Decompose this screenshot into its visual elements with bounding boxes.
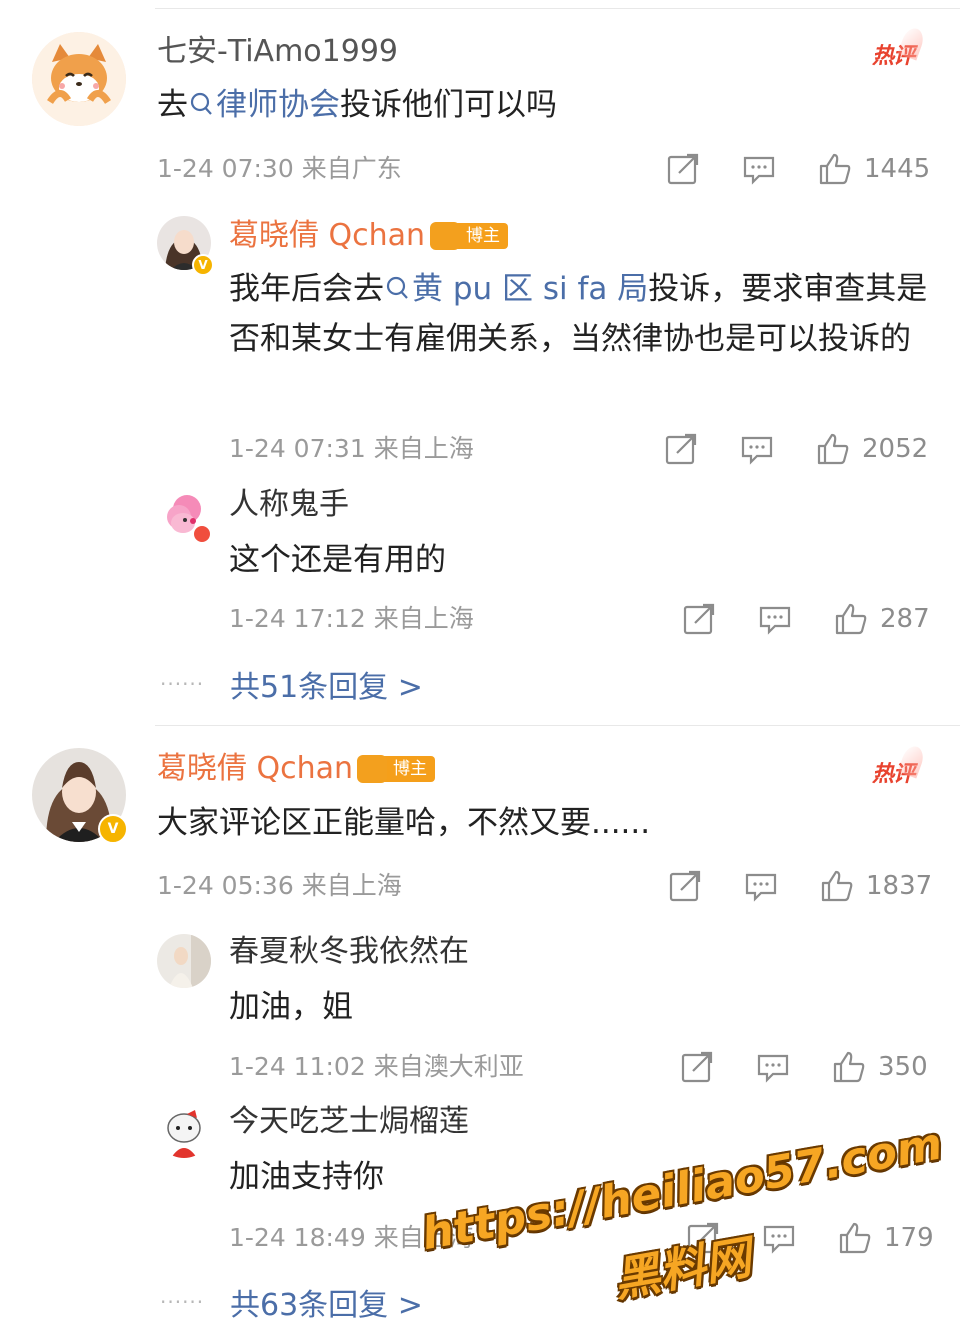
share-icon[interactable] [666,152,700,186]
watermark-name: 黑料网 [609,1229,755,1308]
like-count: 1837 [866,871,933,901]
avatar[interactable] [32,32,126,126]
avatar[interactable] [157,1104,211,1158]
comment-meta: 1-24 07:30 来自广东 [157,154,402,183]
hot-comment-badge: 热评 [872,743,927,788]
hot-comment-badge: 热评 [872,25,927,70]
search-icon [190,92,212,115]
more-replies-link[interactable]: ······ 共63条回复 > [160,1280,423,1324]
share-icon[interactable] [680,1050,714,1084]
crown-medal-icon [357,755,387,783]
comment-text: 去律师协会投诉他们可以吗 [157,87,557,123]
crown-medal-icon [430,222,460,250]
reply-actions: 350 [680,1047,928,1087]
reply-username[interactable]: 葛晓倩 Qchan [229,216,425,256]
reply-text: 这个还是有用的 [229,542,446,578]
reply-meta: 1-24 17:12 来自上海 [229,604,474,633]
reply-username[interactable]: 人称鬼手 [229,485,349,525]
reply-text: 加油，姐 [229,989,353,1025]
comment-text: 大家评论区正能量哈，不然又要...... [157,805,651,841]
like-icon[interactable] [816,432,850,466]
like-count: 350 [878,1052,928,1082]
verified-badge: V [98,814,128,844]
comment-icon[interactable] [762,1221,796,1255]
like-icon[interactable] [838,1221,872,1255]
dots-separator: ······ [160,1290,205,1314]
more-replies-link[interactable]: ······ 共51条回复 > [160,662,423,706]
avatar[interactable] [157,934,211,988]
like-icon[interactable] [834,602,868,636]
comment-username[interactable]: 葛晓倩 Qchan [157,749,353,789]
reply-username[interactable]: 春夏秋冬我依然在 [229,932,469,972]
reply-text: 我年后会去黄 pu 区 si fa 局投诉，要求审查其是否和某女士有雇佣关系，当… [229,271,928,357]
member-badge [192,524,212,544]
comment-meta: 1-24 05:36 来自上海 [157,871,402,900]
like-icon[interactable] [832,1050,866,1084]
blogger-badge: 博主 [357,755,435,783]
reply-meta: 1-24 07:31 来自上海 [229,434,474,463]
verified-badge: V [192,254,214,276]
comment-icon[interactable] [744,869,778,903]
top-divider [155,8,960,9]
comment-actions: 1445 [666,149,930,189]
like-count: 2052 [862,434,929,464]
reply-username[interactable]: 今天吃芝士焗榴莲 [229,1102,469,1142]
like-count: 287 [880,604,930,634]
comment-icon[interactable] [740,432,774,466]
more-replies-label: 共63条回复 > [230,1288,423,1323]
comment-divider [155,725,960,726]
like-count: 179 [884,1223,934,1253]
share-icon[interactable] [668,869,702,903]
comment-icon[interactable] [758,602,792,636]
reply-actions: 287 [682,599,930,639]
comment-username[interactable]: 七安-TiAmo1999 [157,32,398,72]
share-icon[interactable] [682,602,716,636]
more-replies-label: 共51条回复 > [230,670,423,705]
dots-separator: ······ [160,672,205,696]
topic-link[interactable]: 律师协会 [188,87,340,123]
reply-meta: 1-24 11:02 来自澳大利亚 [229,1052,524,1081]
like-icon[interactable] [820,869,854,903]
reply-text: 加油支持你 [229,1159,384,1195]
comment-icon[interactable] [756,1050,790,1084]
reply-actions: 2052 [664,429,928,469]
like-count: 1445 [864,154,931,184]
comment-icon[interactable] [742,152,776,186]
topic-link[interactable]: 黄 pu 区 si fa 局 [384,271,648,307]
comment-actions: 1837 [668,866,932,906]
search-icon [386,276,408,299]
blogger-badge: 博主 [430,222,508,250]
share-icon[interactable] [664,432,698,466]
like-icon[interactable] [818,152,852,186]
